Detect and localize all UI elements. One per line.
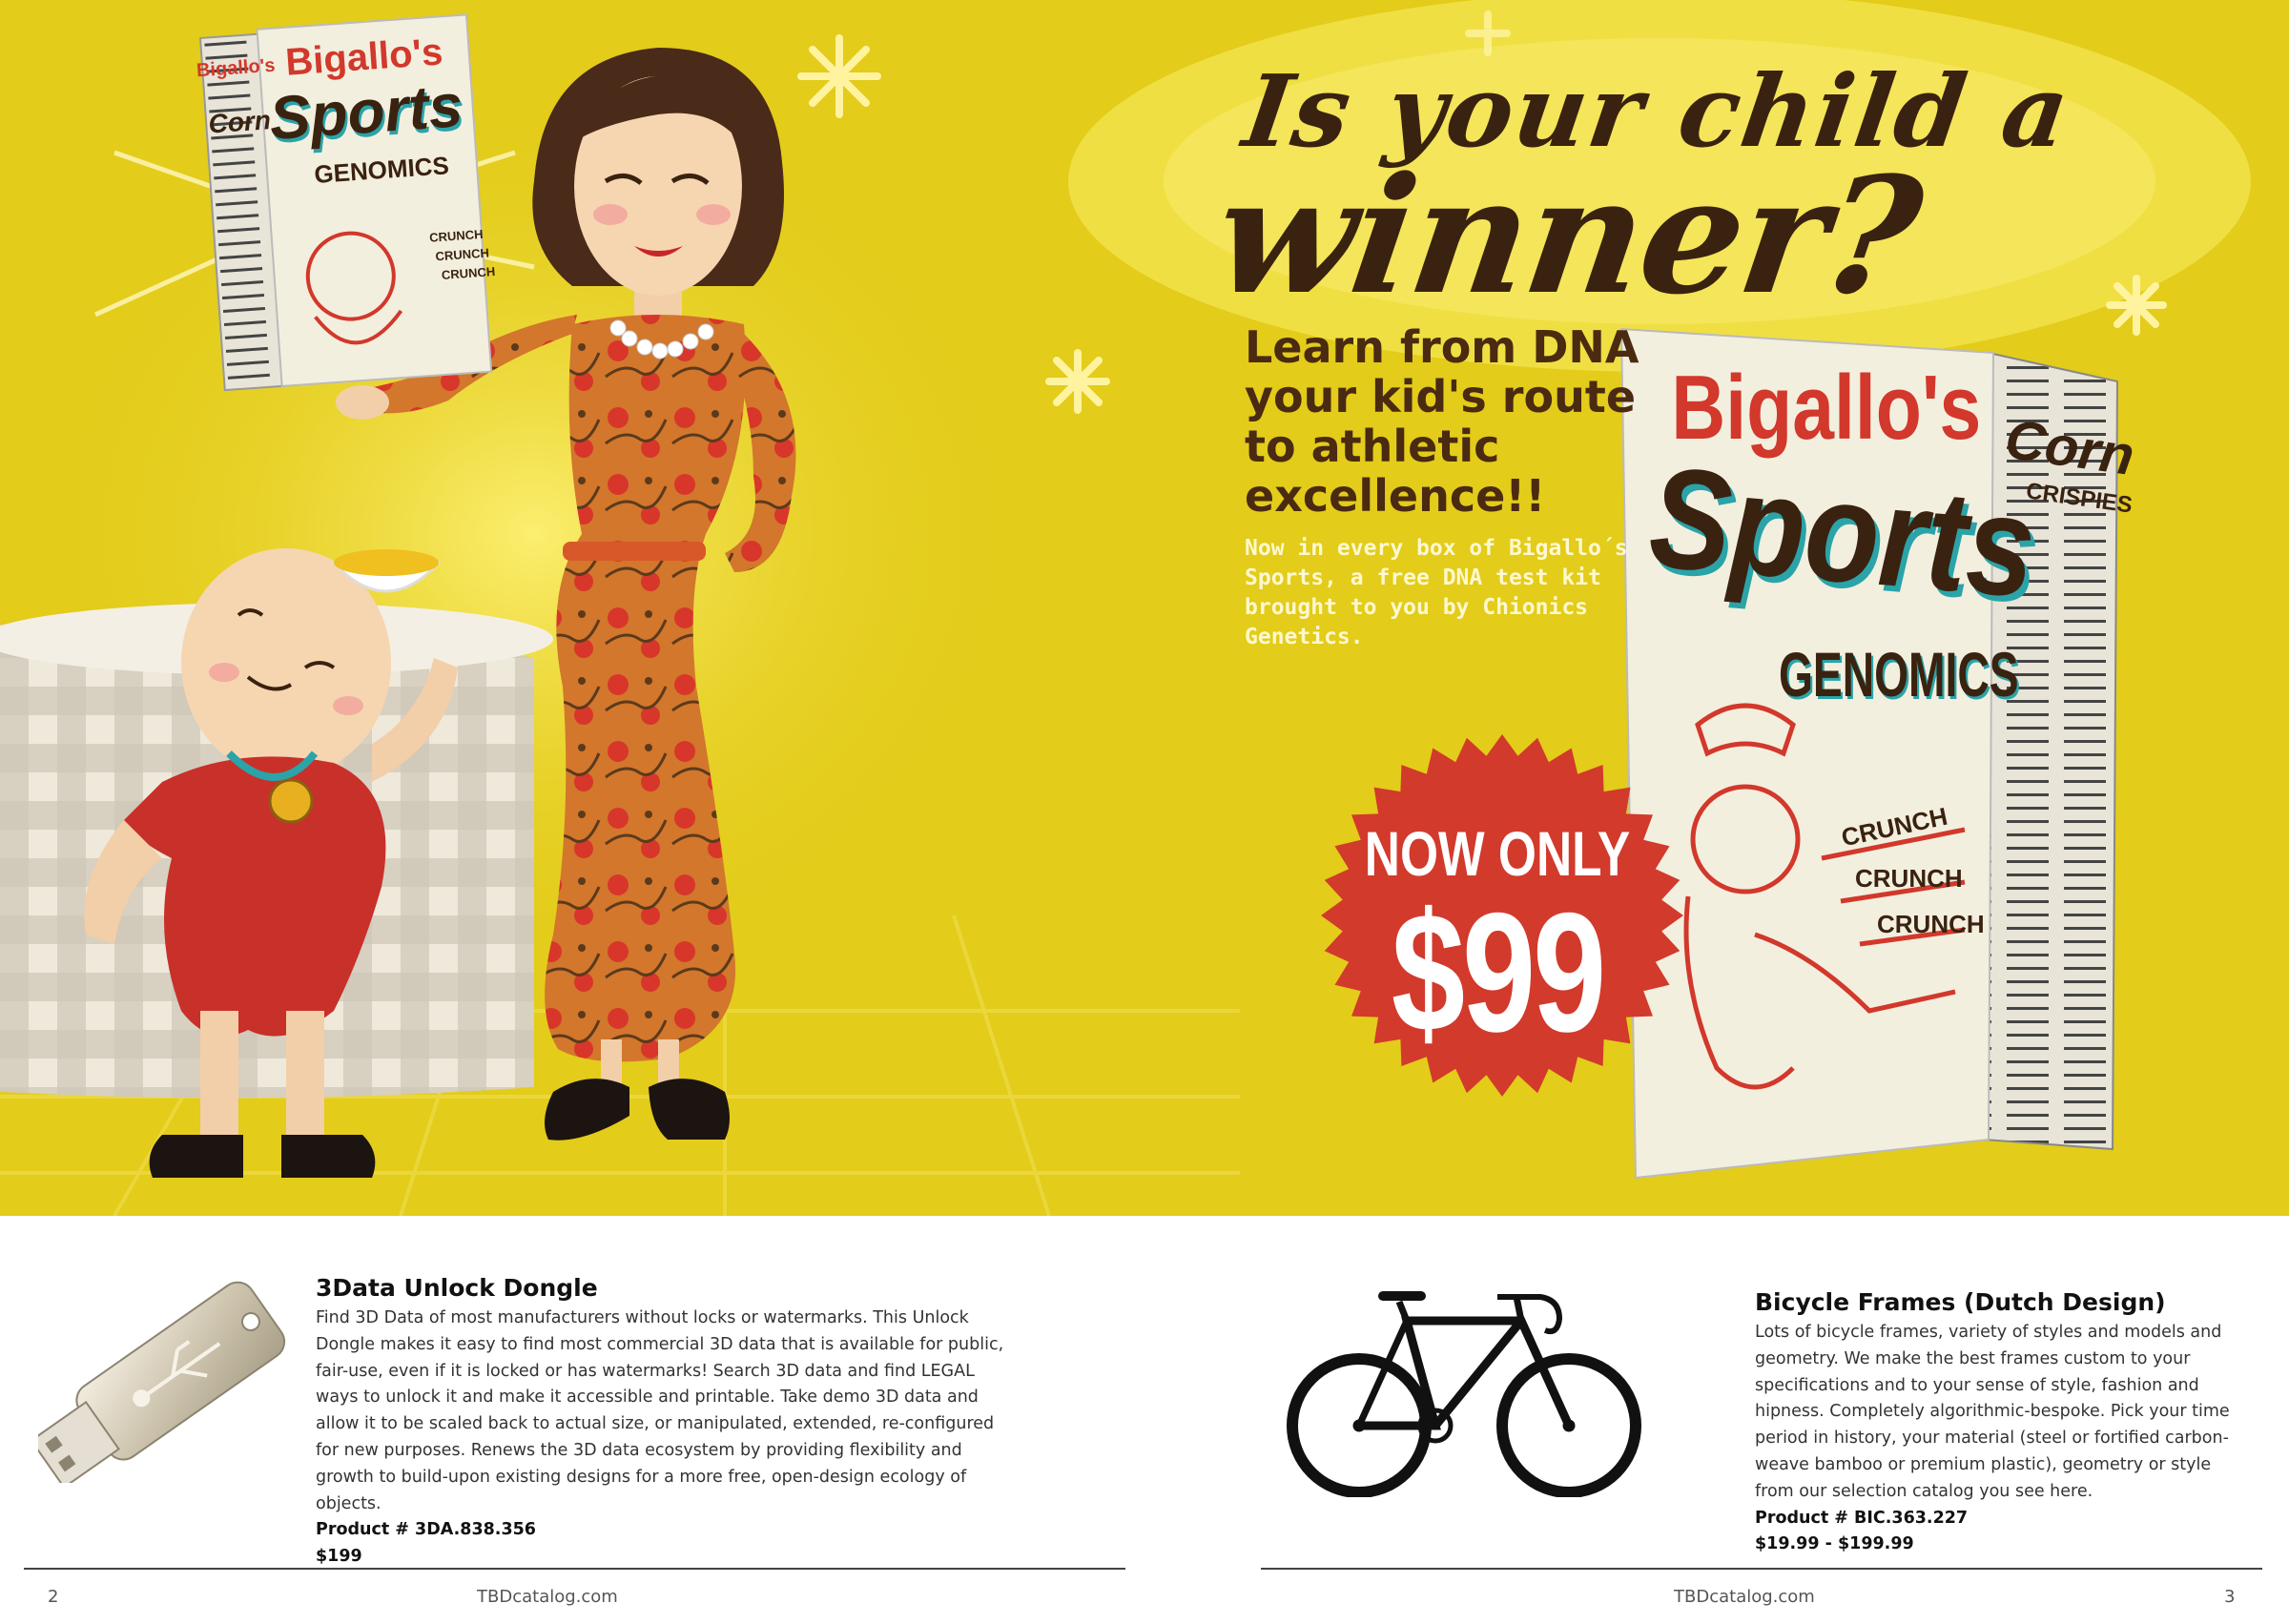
price-badge-value: $99 [1391,877,1606,1067]
svg-text:Corn: Corn [208,105,272,138]
product-bicycle-frames: Bicycle Frames (Dutch Design) Lots of bi… [1755,1287,2241,1558]
svg-text:Sports: Sports [267,71,464,153]
product-description: Lots of bicycle frames, variety of style… [1755,1323,2230,1501]
page-number-left: 2 [48,1587,59,1607]
page-number-right: 3 [2224,1587,2236,1607]
headline-line-2: winner? [1205,141,1930,330]
footer-rule-right [1261,1568,2262,1570]
box-name-text: Sports [1645,436,2040,627]
ad-hero: Bigallo's Sports Sports GENOMICS Bigallo… [0,0,2289,1216]
ad-subtagline: Now in every box of Bigallo´s Sports, a … [1245,536,1628,649]
price-badge: NOW ONLY $99 [1316,820,1679,1059]
footer-rule-left [24,1568,1125,1570]
bicycle-image [1287,1291,1641,1497]
footer-site-right: TBDcatalog.com [1674,1587,1815,1607]
usb-dongle-image [38,1281,286,1483]
product-price: $199 [316,1547,362,1567]
box-sub-text: GENOMICS [1779,639,2019,709]
product-description: Find 3D Data of most manufacturers witho… [316,1308,1004,1513]
catalog-listings: 3Data Unlock Dongle Find 3D Data of most… [0,1216,2289,1624]
product-3data-dongle: 3Data Unlock Dongle Find 3D Data of most… [316,1273,1017,1571]
product-title: 3Data Unlock Dongle [316,1274,598,1302]
ad-headline: Is your child a winner? [1205,52,2207,330]
product-price: $19.99 - $199.99 [1755,1534,1914,1554]
ad-tagline: Learn from DNA your kid's route to athle… [1245,321,1639,522]
box-crunch-2: CRUNCH [1855,864,1963,893]
product-title: Bicycle Frames (Dutch Design) [1755,1288,2166,1316]
product-number: Product # 3DA.838.356 [316,1520,536,1540]
product-number: Product # BIC.363.227 [1755,1508,1969,1528]
box-crunch-3: CRUNCH [1877,910,1985,938]
footer-site-left: TBDcatalog.com [477,1587,618,1607]
small-cereal-box: Bigallo's Sports Sports GENOMICS Bigallo… [196,13,496,392]
